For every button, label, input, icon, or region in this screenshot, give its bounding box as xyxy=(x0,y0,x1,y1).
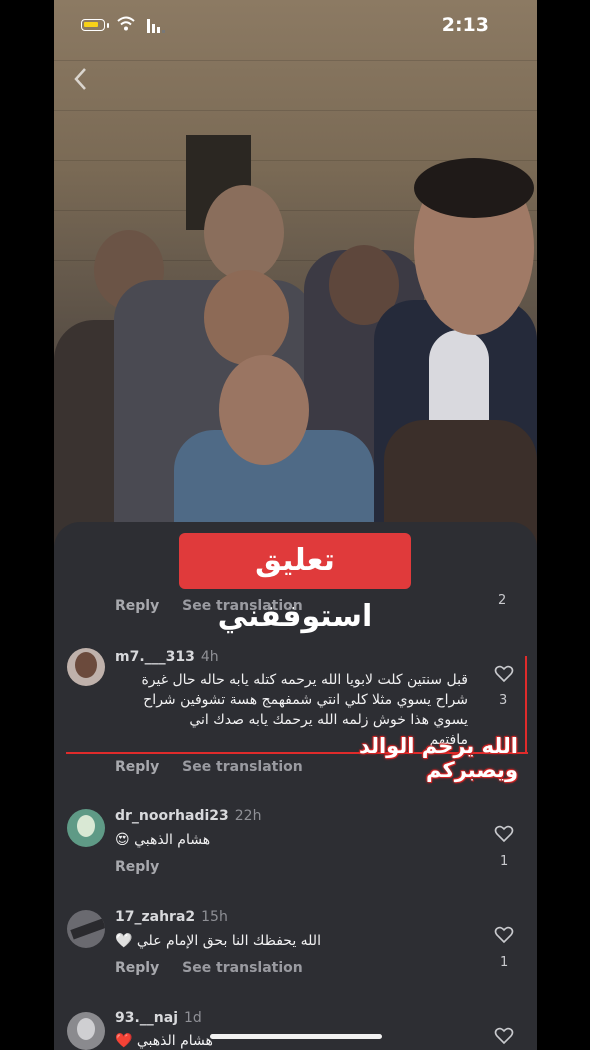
heart-icon[interactable] xyxy=(494,665,514,683)
clock: 2:13 xyxy=(441,14,489,36)
comment-username[interactable]: m7.___313 4h xyxy=(115,649,219,665)
avatar[interactable] xyxy=(67,1012,105,1050)
see-translation-link[interactable]: See translation xyxy=(182,960,303,976)
heart-icon[interactable] xyxy=(494,926,514,944)
comment-text: 😍 هشام الذهبي xyxy=(115,832,211,848)
reply-button[interactable]: Reply xyxy=(115,960,159,976)
reply-row: Reply See translation xyxy=(115,759,303,775)
overlay-caption: الله يرحم الوالد ويصبركم xyxy=(358,734,518,782)
reply-button[interactable]: Reply xyxy=(115,759,159,775)
video-frame[interactable] xyxy=(54,0,537,560)
top-reply-row: Reply See translation xyxy=(115,598,303,614)
reply-row: Reply See translation xyxy=(115,960,303,976)
white-heart-emoji-icon: 🤍 xyxy=(115,933,133,949)
wifi-icon xyxy=(117,16,135,31)
status-bar: 2:13 xyxy=(54,0,537,52)
home-indicator[interactable] xyxy=(210,1034,382,1039)
reply-row: Reply xyxy=(115,859,159,875)
avatar[interactable] xyxy=(67,809,105,847)
heart-icon[interactable] xyxy=(494,825,514,843)
comment-username[interactable]: dr_noorhadi23 22h xyxy=(115,808,261,824)
avatar[interactable] xyxy=(67,648,105,686)
highlight-line-vertical xyxy=(525,656,527,754)
like-count: 2 xyxy=(498,593,507,608)
battery-icon xyxy=(81,19,105,31)
back-chevron-icon[interactable] xyxy=(72,66,90,92)
like-count: 3 xyxy=(499,693,508,708)
heart-eyes-emoji-icon: 😍 xyxy=(115,832,130,848)
heart-icon[interactable] xyxy=(494,1027,514,1045)
phone-screen: 2:13 تعليق استوقفني Reply See translatio… xyxy=(54,0,537,1050)
comment-username[interactable]: 17_zahra2 15h xyxy=(115,909,228,925)
see-translation-link[interactable]: See translation xyxy=(182,598,303,614)
red-heart-emoji-icon: ❤️ xyxy=(115,1033,133,1049)
like-count: 1 xyxy=(500,955,509,970)
comment-username[interactable]: 93.__naj 1d xyxy=(115,1010,202,1026)
reply-button[interactable]: Reply xyxy=(115,598,159,614)
reply-button[interactable]: Reply xyxy=(115,859,159,875)
avatar[interactable] xyxy=(67,910,105,948)
signal-icon xyxy=(147,19,165,33)
comment-text: 🤍 الله يحفظك النا بحق الإمام علي xyxy=(115,933,321,949)
video-banner: تعليق استوقفني xyxy=(179,533,411,634)
like-count: 1 xyxy=(500,854,509,869)
